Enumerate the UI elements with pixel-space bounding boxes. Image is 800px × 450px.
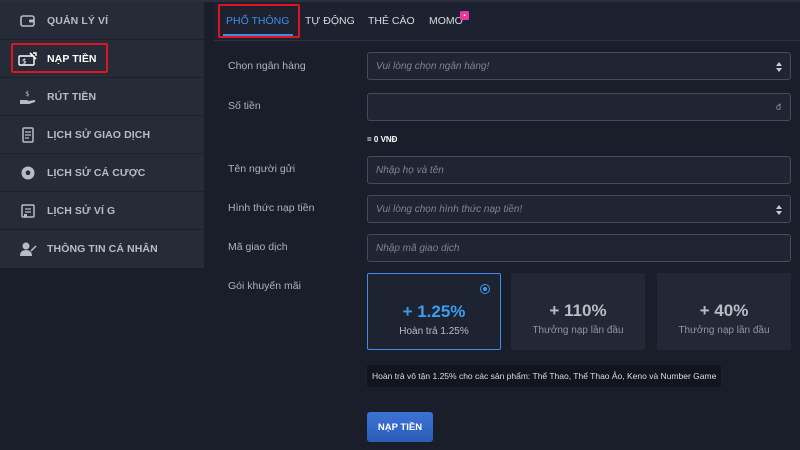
tab-momo[interactable]: MOMO [429,2,463,40]
sidebar-item-label: LỊCH SỬ CÁ CƯỢC [47,166,146,179]
sidebar-item-wallet[interactable]: QUẢN LÝ VÍ [0,2,204,40]
method-label: Hình thức nạp tiền [228,202,315,214]
sidebar-item-label: LỊCH SỬ GIAO DỊCH [47,128,151,141]
sender-name-input[interactable] [368,157,790,183]
sender-field[interactable] [367,156,791,184]
promo-card-first-deposit-40[interactable]: + 40% Thưởng nạp lần đầu [657,273,791,350]
sidebar-item-wallet-g-history[interactable]: LỊCH SỬ VÍ G [0,192,204,230]
sidebar-item-profile[interactable]: THÔNG TIN CÁ NHÂN [0,230,204,268]
sidebar-item-label: QUẢN LÝ VÍ [47,14,109,27]
momo-badge-icon: ▪ [460,11,469,20]
transaction-field[interactable] [367,234,791,262]
bank-select[interactable]: Vui lòng chọn ngân hàng! [367,52,791,80]
method-select[interactable]: Vui lòng chọn hình thức nạp tiền! [367,195,791,223]
promo-subtitle: Thưởng nạp lần đầu [532,325,624,336]
tab-pho-thong[interactable]: PHỔ THÔNG [226,2,289,40]
bank-label: Chọn ngân hàng [228,60,306,72]
wallet-history-icon [18,203,38,219]
active-highlight-box [11,43,108,73]
soccer-ball-icon [18,165,38,181]
amount-label: Số tiền [228,100,261,112]
method-select-placeholder: Vui lòng chọn hình thức nạp tiền! [376,204,523,215]
bank-select-placeholder: Vui lòng chọn ngân hàng! [376,61,490,72]
promo-radio-selected[interactable] [480,284,490,294]
tab-the-cao[interactable]: THẺ CÀO [368,2,415,40]
transaction-code-input[interactable] [368,235,790,261]
promo-card-first-deposit-110[interactable]: + 110% Thưởng nạp lần đầu [511,273,645,350]
sidebar-item-withdraw[interactable]: $ RÚT TIỀN [0,78,204,116]
wallet-icon [18,13,38,29]
deposit-method-tabs: PHỔ THÔNG TỰ ĐỘNG THẺ CÀO MOMO ▪ [214,2,800,41]
promo-subtitle: Hoàn trả 1.25% [399,326,469,337]
amount-input[interactable] [368,94,790,120]
sidebar-item-transaction-history[interactable]: LỊCH SỬ GIAO DỊCH [0,116,204,154]
svg-text:$: $ [25,90,29,98]
sidebar-item-label: LỊCH SỬ VÍ G [47,204,116,217]
amount-field[interactable]: đ [367,93,791,121]
transaction-history-icon [18,126,38,143]
promo-tooltip: Hoàn trả vô tận 1.25% cho các sản phẩm: … [367,365,722,387]
select-caret-icon [776,205,782,215]
sender-label: Tên người gửi [228,163,296,175]
currency-symbol: đ [775,102,781,112]
sidebar-item-deposit[interactable]: $ NẠP TIỀN [0,40,204,78]
promo-value: + 1.25% [402,302,466,321]
sidebar-item-label: THÔNG TIN CÁ NHÂN [47,243,158,255]
user-profile-icon [18,241,38,257]
select-caret-icon [776,62,782,72]
promo-label: Gói khuyến mãi [228,280,301,292]
promo-card-cashback[interactable]: + 1.25% Hoàn trả 1.25% [367,273,501,350]
promo-value: + 40% [699,301,749,320]
transaction-label: Mã giao dịch [228,241,288,253]
sidebar-item-label: RÚT TIỀN [47,90,97,103]
withdraw-hand-icon: $ [18,89,38,105]
deposit-submit-button[interactable]: NẠP TIỀN [367,412,433,442]
deposit-panel: PHỔ THÔNG TỰ ĐỘNG THẺ CÀO MOMO ▪ Chọn ng… [214,2,800,450]
promo-subtitle: Thưởng nạp lần đầu [678,325,770,336]
tab-tu-dong[interactable]: TỰ ĐỘNG [305,2,355,40]
account-sidebar: QUẢN LÝ VÍ $ NẠP TIỀN $ RÚT TIỀN LỊCH SỬ… [0,2,204,268]
sidebar-item-bet-history[interactable]: LỊCH SỬ CÁ CƯỢC [0,154,204,192]
amount-converted: = 0 VNĐ [367,135,398,144]
promo-value: + 110% [549,301,607,320]
